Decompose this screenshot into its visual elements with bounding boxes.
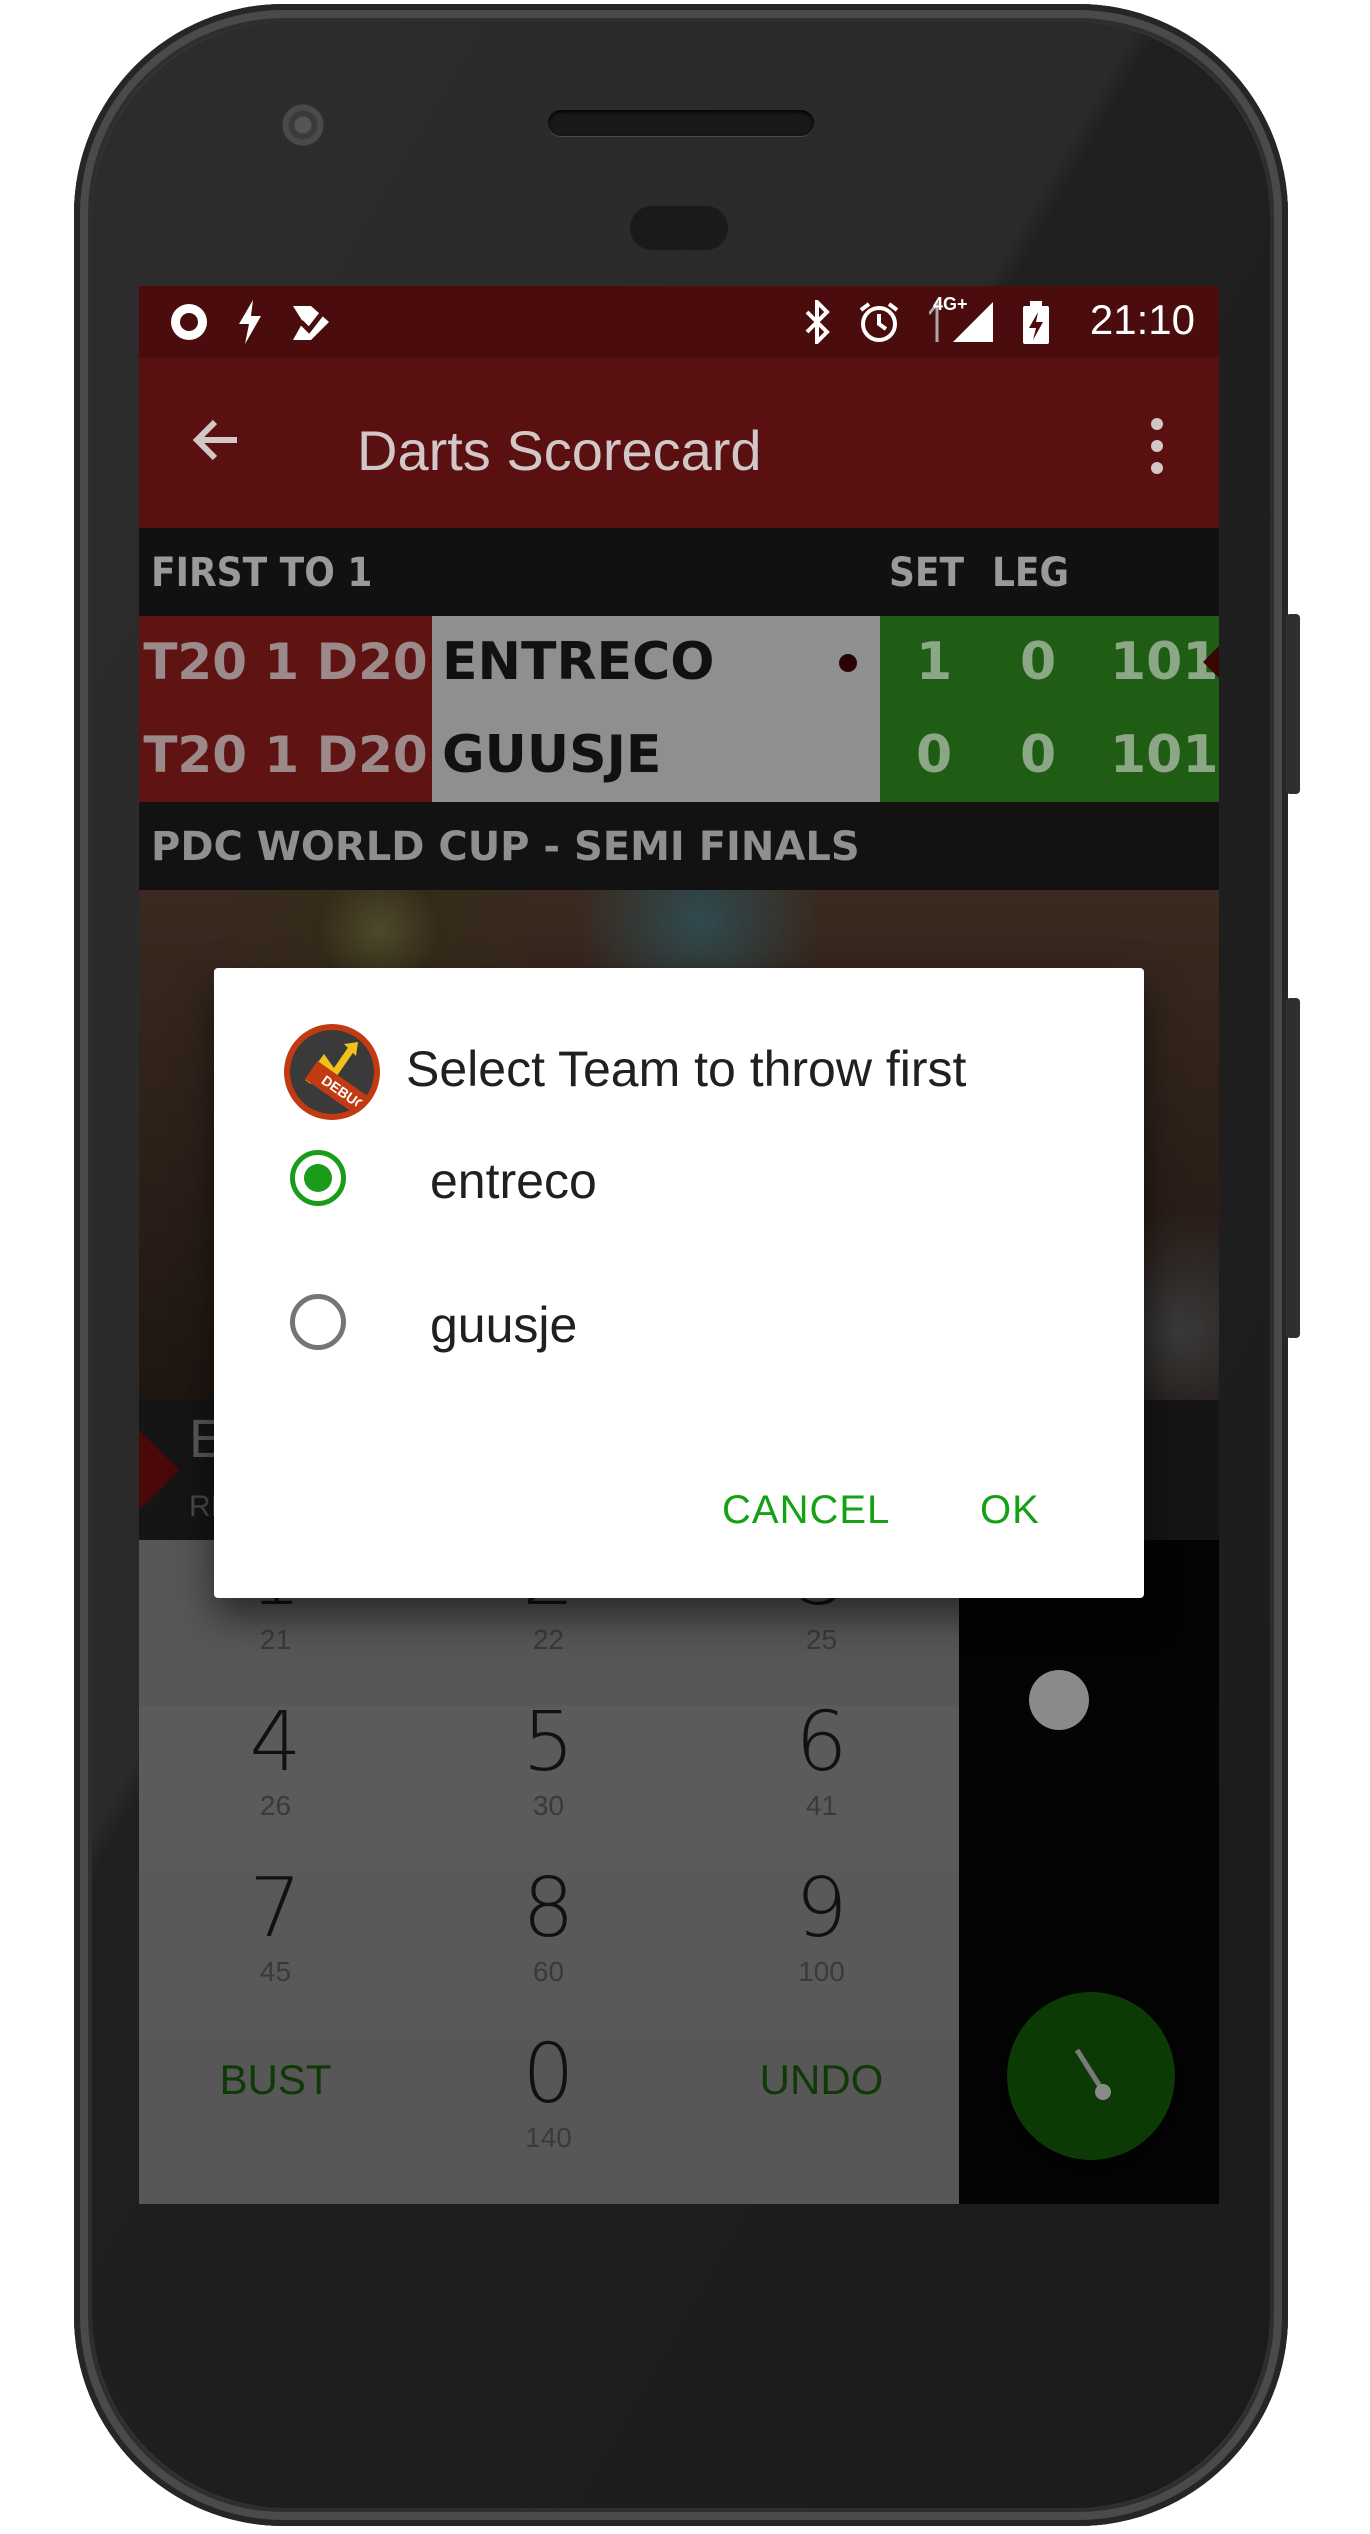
earpiece-speaker [548,110,814,136]
team-option-label: guusje [430,1297,578,1353]
power-button [1286,614,1300,794]
volume-button [1286,998,1300,1338]
team-option-guusje[interactable]: guusje [290,1262,1070,1382]
team-option-label: entreco [430,1153,597,1209]
dialog-title: Select Team to throw first [406,1041,967,1097]
team-option-entreco[interactable]: entreco [290,1118,1070,1238]
radio-unselected-icon[interactable] [290,1294,346,1350]
proximity-sensor [630,206,728,250]
ok-button[interactable]: OK [980,1488,1040,1533]
front-camera [280,102,326,148]
app-debug-icon: DEBUG [284,1024,380,1120]
radio-selected-icon[interactable] [290,1150,346,1206]
cancel-button[interactable]: CANCEL [722,1488,890,1533]
phone-screen: 4G+ 21:10 Darts Scorecard FIRST TO 1 SET… [139,286,1219,2204]
select-team-dialog: DEBUG Select Team to throw first entreco… [214,968,1144,1598]
